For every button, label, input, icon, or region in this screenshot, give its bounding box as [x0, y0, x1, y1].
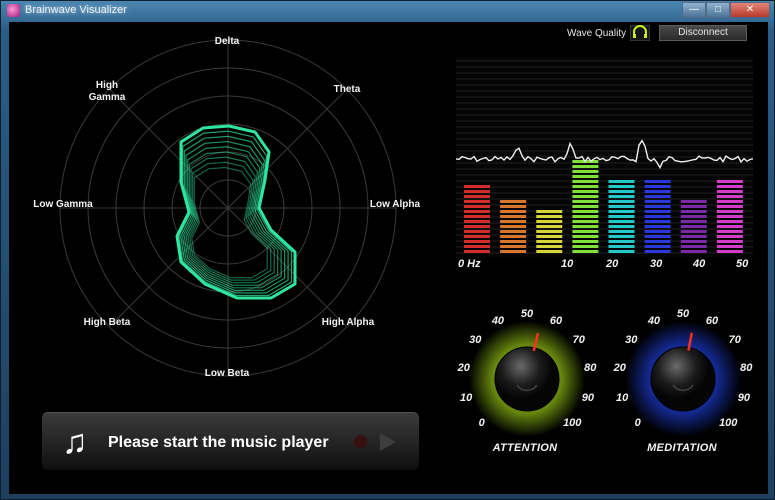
music-player-bar[interactable]: ♫ Please start the music player — [42, 412, 419, 470]
meditation-title: MEDITATION — [647, 442, 717, 454]
brainwave-shape — [175, 124, 297, 300]
disconnect-button[interactable]: Disconnect — [659, 25, 747, 41]
dial-tick-label: 100 — [563, 417, 582, 430]
x-tick-label: 50 — [736, 258, 749, 270]
close-button[interactable]: ✕ — [730, 2, 770, 18]
app-window: Brainwave Visualizer — □ ✕ Delta Theta L… — [0, 0, 775, 500]
x-tick-label: 30 — [650, 258, 663, 270]
radar-spoke — [227, 88, 348, 209]
window-title: Brainwave Visualizer — [25, 4, 127, 16]
record-icon[interactable] — [354, 435, 367, 448]
attention-title: ATTENTION — [492, 442, 558, 454]
dial-tick-label: 0 — [478, 417, 485, 430]
title-bar[interactable]: Brainwave Visualizer — □ ✕ — [1, 1, 775, 21]
radar-spoke — [108, 207, 229, 328]
dial-tick-label: 40 — [647, 314, 661, 327]
spectrum-bar — [716, 180, 743, 253]
dial-tick-label: 70 — [728, 334, 741, 347]
dial-tick-label: 40 — [491, 314, 505, 327]
radar-plot — [59, 39, 397, 377]
spectrum-bar — [608, 180, 635, 253]
spectrum-bar — [500, 200, 527, 253]
x-tick-label: 0 Hz — [458, 258, 481, 270]
spectrum-bar — [680, 200, 707, 253]
radar-label-delta: Delta — [214, 36, 240, 47]
spectrum-bar — [644, 180, 671, 253]
maximize-button[interactable]: □ — [706, 2, 730, 18]
radar-label-low-alpha: Low Alpha — [369, 199, 421, 210]
radar-label-low-gamma: Low Gamma — [33, 199, 93, 210]
dial-knob[interactable] — [650, 346, 716, 412]
headset-icon — [630, 25, 650, 41]
play-icon[interactable] — [380, 433, 396, 451]
dial-tick-label: 60 — [549, 314, 563, 327]
dial-tick-label: 20 — [613, 361, 626, 374]
dial-tick-label: 60 — [705, 314, 719, 327]
radar-label-high-beta: High Beta — [83, 317, 131, 328]
app-icon — [7, 4, 20, 17]
music-message: Please start the music player — [108, 434, 329, 451]
radar-label-high-gamma: High Gamma — [88, 80, 126, 103]
x-tick-label: 10 — [561, 258, 574, 270]
dial-tick-label: 20 — [457, 361, 470, 374]
x-tick-label: 20 — [606, 258, 619, 270]
dial-tick-label: 70 — [572, 334, 585, 347]
dial-knob[interactable] — [494, 346, 560, 412]
main-content: Delta Theta Low Alpha High Alpha Low Bet… — [9, 22, 768, 494]
dial-tick-label: 100 — [719, 417, 738, 430]
music-note-icon: ♫ — [62, 423, 88, 461]
dial-tick-label: 90 — [737, 391, 750, 404]
dial-tick-label: 90 — [581, 391, 594, 404]
dial-tick-label: 50 — [676, 308, 690, 320]
dial-tick-label: 30 — [469, 334, 482, 347]
x-tick-label: 40 — [693, 258, 706, 270]
dial-tick-label: 10 — [616, 391, 629, 404]
dial-tick-label: 80 — [584, 361, 597, 374]
wave-quality-label: Wave Quality — [567, 28, 627, 39]
dial-tick-label: 80 — [740, 361, 753, 374]
dial-tick-label: 30 — [625, 334, 638, 347]
window-controls: — □ ✕ — [682, 2, 770, 18]
radar-label-high-alpha: High Alpha — [321, 317, 375, 328]
spectrum-bar — [536, 210, 563, 253]
minimize-button[interactable]: — — [682, 2, 706, 18]
radar-label-low-beta: Low Beta — [204, 368, 250, 379]
dial-tick-label: 50 — [520, 308, 534, 320]
spectrum-chart — [456, 57, 753, 257]
dial-tick-label: 10 — [460, 391, 473, 404]
radar-spoke — [227, 207, 348, 328]
dial-tick-label: 0 — [634, 417, 641, 430]
radar-label-theta: Theta — [333, 84, 361, 95]
